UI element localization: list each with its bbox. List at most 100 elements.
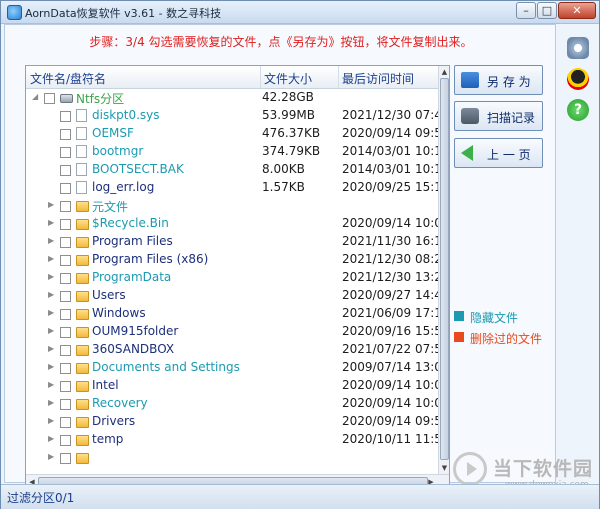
expand-arrow-icon[interactable]: ▶ (48, 434, 54, 443)
row-date: 2021/06/09 17:1 (342, 306, 438, 320)
row-date: 2021/12/30 13:2 (342, 270, 438, 284)
expand-arrow-icon[interactable]: ▶ (48, 236, 54, 245)
folder-row[interactable]: ▶ Recovery 2020/09/14 10:0 (26, 395, 438, 413)
file-icon (76, 163, 87, 176)
column-divider[interactable] (260, 66, 261, 88)
column-header-date[interactable]: 最后访问时间 (342, 70, 414, 87)
folder-icon (76, 381, 89, 392)
folder-row[interactable]: ▶ Windows 2021/06/09 17:1 (26, 305, 438, 323)
row-checkbox[interactable] (60, 309, 71, 320)
folder-icon (76, 363, 89, 374)
row-checkbox[interactable] (60, 255, 71, 266)
row-checkbox[interactable] (60, 291, 71, 302)
expand-arrow-icon[interactable]: ▶ (48, 452, 54, 461)
row-checkbox[interactable] (60, 399, 71, 410)
row-checkbox[interactable] (44, 93, 55, 104)
folder-row[interactable]: ▶ (26, 449, 438, 467)
row-checkbox[interactable] (60, 273, 71, 284)
column-divider[interactable] (338, 66, 339, 88)
file-row[interactable]: BOOTSECT.BAK 8.00KB 2014/03/01 10:1 (26, 161, 438, 179)
row-checkbox[interactable] (60, 237, 71, 248)
folder-row[interactable]: ▶ Intel 2020/09/14 10:0 (26, 377, 438, 395)
file-row[interactable]: OEMSF 476.37KB 2020/09/14 09:5 (26, 125, 438, 143)
folder-row[interactable]: ▶ OUM915folder 2020/09/16 15:5 (26, 323, 438, 341)
row-date: 2020/09/14 10:0 (342, 216, 438, 230)
folder-row[interactable]: ▶ 元文件 (26, 197, 438, 215)
row-checkbox[interactable] (60, 345, 71, 356)
main-panel: 步骤：3/4 勾选需要恢复的文件，点《另存为》按钮，将文件复制出来。 文件名/盘… (4, 24, 556, 489)
close-button[interactable]: ✕ (558, 2, 596, 19)
expand-arrow-icon[interactable]: ▶ (48, 416, 54, 425)
folder-row[interactable]: ▶ 360SANDBOX 2021/07/22 07:5 (26, 341, 438, 359)
expand-arrow-icon[interactable]: ▶ (48, 308, 54, 317)
expand-arrow-icon[interactable]: ◢ (32, 92, 38, 101)
file-icon (76, 109, 87, 122)
folder-row[interactable]: ▶ Users 2020/09/27 14:4 (26, 287, 438, 305)
row-date: 2021/11/30 16:1 (342, 234, 438, 248)
app-window: AornData恢复软件 v3.61 - 数之寻科技 – □ ✕ 步骤：3/4 … (0, 0, 600, 509)
expand-arrow-icon[interactable]: ▶ (48, 254, 54, 263)
row-name: OUM915folder (92, 324, 179, 338)
maximize-button[interactable]: □ (537, 2, 557, 19)
row-date: 2020/09/14 10:0 (342, 378, 438, 392)
folder-icon (76, 255, 89, 266)
scroll-thumb[interactable] (440, 78, 449, 460)
expand-arrow-icon[interactable]: ▶ (48, 218, 54, 227)
row-checkbox[interactable] (60, 147, 71, 158)
expand-arrow-icon[interactable]: ▶ (48, 344, 54, 353)
app-logo-icon (7, 5, 22, 20)
row-checkbox[interactable] (60, 327, 71, 338)
gear-icon[interactable] (567, 37, 589, 59)
row-checkbox[interactable] (60, 363, 71, 374)
save-as-button[interactable]: 另 存 为 (454, 65, 543, 95)
row-name: Users (92, 288, 126, 302)
column-header-name[interactable]: 文件名/盘符名 (30, 70, 106, 87)
folder-row[interactable]: ▶ ProgramData 2021/12/30 13:2 (26, 269, 438, 287)
expand-arrow-icon[interactable]: ▶ (48, 290, 54, 299)
row-checkbox[interactable] (60, 111, 71, 122)
scroll-down-icon[interactable]: ▼ (439, 462, 449, 474)
back-arrow-icon (461, 145, 473, 161)
row-checkbox[interactable] (60, 435, 71, 446)
expand-arrow-icon[interactable]: ▶ (48, 272, 54, 281)
row-size: 53.99MB (262, 108, 315, 122)
row-checkbox[interactable] (60, 183, 71, 194)
file-row[interactable]: log_err.log 1.57KB 2020/09/25 15:1 (26, 179, 438, 197)
minimize-button[interactable]: – (516, 2, 536, 19)
previous-page-button[interactable]: 上 一 页 (454, 138, 543, 168)
row-checkbox[interactable] (60, 381, 71, 392)
vertical-scrollbar[interactable]: ▲ ▼ (438, 66, 449, 474)
file-icon (76, 127, 87, 140)
expand-arrow-icon[interactable]: ▶ (48, 380, 54, 389)
expand-arrow-icon[interactable]: ▶ (48, 398, 54, 407)
folder-row[interactable]: ▶ Program Files (x86) 2021/12/30 08:2 (26, 251, 438, 269)
expand-arrow-icon[interactable]: ▶ (48, 326, 54, 335)
row-checkbox[interactable] (60, 165, 71, 176)
folder-row[interactable]: ▶ Drivers 2020/09/14 09:5 (26, 413, 438, 431)
row-checkbox[interactable] (60, 453, 71, 464)
folder-row[interactable]: ▶ Program Files 2021/11/30 16:1 (26, 233, 438, 251)
scan-log-button[interactable]: 扫描记录 (454, 101, 543, 131)
save-as-label: 另 存 为 (487, 75, 531, 89)
row-checkbox[interactable] (60, 201, 71, 212)
row-checkbox[interactable] (60, 219, 71, 230)
folder-row[interactable]: ▶ temp 2020/10/11 11:5 (26, 431, 438, 449)
file-tree-list[interactable]: 文件名/盘符名 文件大小 最后访问时间 ◢ Ntfs分区 42.28GB diskpt… (25, 65, 450, 489)
expand-arrow-icon[interactable]: ▶ (48, 200, 54, 209)
help-icon[interactable]: ? (567, 99, 589, 121)
file-row[interactable]: bootmgr 374.79KB 2014/03/01 10:1 (26, 143, 438, 161)
partition-row[interactable]: ◢ Ntfs分区 42.28GB (26, 89, 438, 107)
folder-row[interactable]: ▶ $Recycle.Bin 2020/09/14 10:0 (26, 215, 438, 233)
folder-row[interactable]: ▶ Documents and Settings 2009/07/14 13:0 (26, 359, 438, 377)
previous-page-label: 上 一 页 (487, 148, 531, 162)
expand-arrow-icon[interactable]: ▶ (48, 362, 54, 371)
row-checkbox[interactable] (60, 129, 71, 140)
file-row[interactable]: diskpt0.sys 53.99MB 2021/12/30 07:4 (26, 107, 438, 125)
row-name: Ntfs分区 (76, 92, 125, 106)
qq-penguin-icon[interactable] (567, 68, 589, 90)
row-date: 2020/09/27 14:4 (342, 288, 438, 302)
row-checkbox[interactable] (60, 417, 71, 428)
column-header-size[interactable]: 文件大小 (264, 70, 312, 87)
scroll-up-icon[interactable]: ▲ (439, 66, 449, 78)
title-bar[interactable]: AornData恢复软件 v3.61 - 数之寻科技 – □ ✕ (1, 1, 599, 24)
